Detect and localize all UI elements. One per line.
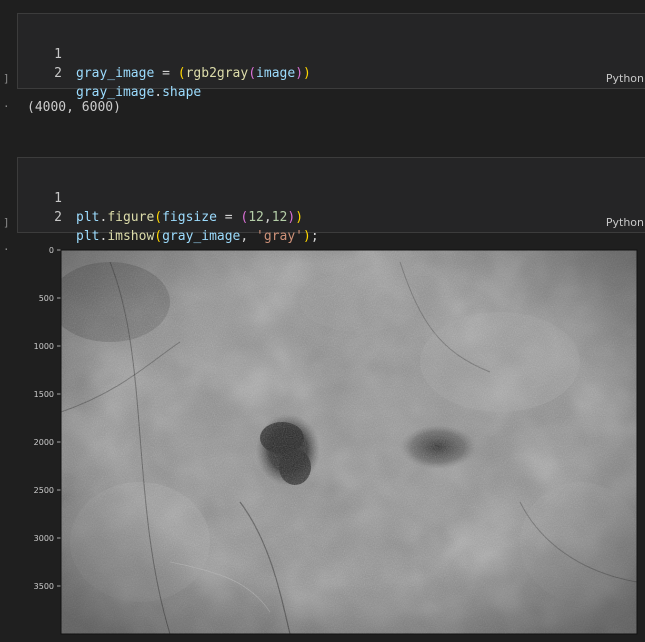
y-tick-label: 3000	[34, 534, 54, 543]
code-line: 1 gray_image = (rgb2gray(image))	[18, 26, 311, 81]
cell-output-text: (4000, 6000)	[27, 100, 121, 115]
code-line: 2 gray_image.shape	[18, 45, 201, 100]
code-line: 1 plt.figure(figsize = (12,12))	[18, 170, 303, 225]
line-number: 2	[54, 210, 62, 225]
code-cell-1[interactable]: 1 gray_image = (rgb2gray(image)) 2 gray_…	[17, 13, 645, 100]
y-tick-label: 500	[39, 294, 54, 303]
grayscale-image	[61, 250, 637, 634]
language-label[interactable]: Python	[606, 216, 644, 229]
code-text[interactable]: plt.figure(figsize = (12,12))	[76, 208, 303, 227]
output-gutter-dot: ·	[3, 243, 10, 256]
code-line: 2 plt.imshow(gray_image, 'gray');	[18, 189, 319, 244]
y-tick-label: 2500	[34, 486, 54, 495]
y-tick-label: 3500	[34, 582, 54, 591]
y-tick-label: 1500	[34, 390, 54, 399]
code-text[interactable]: gray_image = (rgb2gray(image))	[76, 64, 311, 83]
imshow-figure: 0 500 1000 1500 2000 2500 3000 3500	[34, 246, 638, 635]
language-label[interactable]: Python	[606, 72, 644, 85]
output-gutter-dot: ·	[3, 100, 10, 113]
y-tick-label: 0	[49, 246, 54, 255]
cell-gutter-bracket: ]	[3, 216, 10, 229]
line-number: 2	[54, 66, 62, 81]
notebook-page: ] · ] · 1 gray_image = (rgb2gray(image))…	[0, 0, 645, 642]
y-tick-label: 2000	[34, 438, 54, 447]
y-axis: 0 500 1000 1500 2000 2500 3000 3500	[34, 246, 61, 591]
cell-gutter-bracket: ]	[3, 72, 10, 85]
code-cell-2[interactable]: 1 plt.figure(figsize = (12,12)) 2 plt.im…	[17, 157, 645, 244]
y-tick-label: 1000	[34, 342, 54, 351]
